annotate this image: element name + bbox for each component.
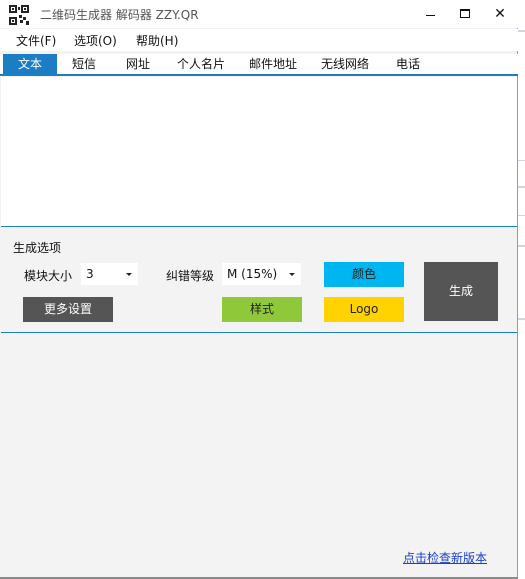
tab-sms[interactable]: 短信 — [62, 54, 106, 75]
section-divider — [1, 332, 517, 333]
module-size-label: 模块大小 — [24, 269, 73, 283]
error-level-select[interactable]: M (15%) — [222, 263, 301, 285]
text-input-area[interactable] — [1, 77, 517, 227]
menu-help[interactable]: 帮助(H) — [136, 32, 178, 49]
menu-bar: 文件(F) 选项(O) 帮助(H) — [0, 29, 518, 51]
window-title: 二维码生成器 解码器 ZZY.QR — [40, 8, 199, 22]
menu-file[interactable]: 文件(F) — [16, 32, 56, 49]
color-button[interactable]: 颜色 — [324, 262, 404, 287]
tab-url[interactable]: 网址 — [116, 54, 160, 75]
tab-text[interactable]: 文本 — [3, 54, 57, 75]
close-button[interactable]: ✕ — [482, 0, 518, 28]
module-size-select[interactable]: 3 — [81, 263, 138, 285]
maximize-button[interactable] — [447, 0, 483, 28]
background-window-edge — [518, 0, 525, 579]
title-bar[interactable]: 二维码生成器 解码器 ZZY.QR ✕ — [0, 0, 518, 28]
qr-code-icon — [8, 4, 30, 26]
error-level-value: M (15%) — [227, 267, 278, 281]
maximize-icon — [460, 9, 470, 18]
generate-button[interactable]: 生成 — [424, 262, 498, 321]
error-level-label: 纠错等级 — [166, 269, 215, 283]
logo-button[interactable]: Logo — [324, 297, 404, 322]
tab-phone[interactable]: 电话 — [388, 54, 428, 75]
tab-bar: 文本 短信 网址 个人名片 邮件地址 无线网络 电话 — [0, 54, 518, 76]
minimize-button[interactable] — [413, 0, 449, 28]
menu-options[interactable]: 选项(O) — [74, 32, 117, 49]
close-icon: ✕ — [494, 6, 506, 22]
tab-vcard[interactable]: 个人名片 — [170, 54, 232, 75]
minimize-icon — [426, 15, 435, 16]
style-button[interactable]: 样式 — [222, 297, 302, 322]
chevron-down-icon[interactable] — [284, 264, 300, 284]
chevron-down-icon[interactable] — [121, 264, 137, 284]
check-update-link[interactable]: 点击检查新版本 — [403, 549, 487, 566]
app-window: 二维码生成器 解码器 ZZY.QR ✕ 文件(F) 选项(O) 帮助(H) 文本… — [0, 0, 518, 579]
more-settings-button[interactable]: 更多设置 — [23, 297, 113, 322]
options-section-title: 生成选项 — [13, 241, 62, 255]
tab-email[interactable]: 邮件地址 — [242, 54, 304, 75]
tab-wifi[interactable]: 无线网络 — [314, 54, 376, 75]
module-size-value: 3 — [86, 267, 94, 281]
